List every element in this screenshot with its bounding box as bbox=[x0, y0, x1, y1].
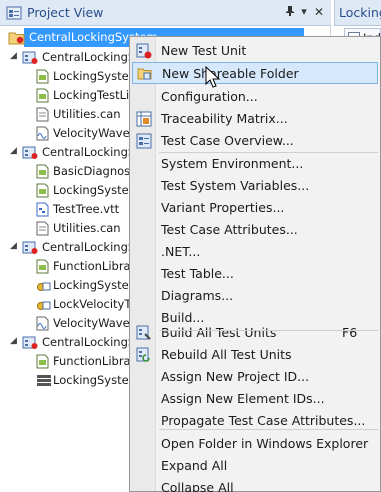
menu-item[interactable]: Diagrams... bbox=[132, 285, 378, 307]
tree-item-label: TestTree.vtt bbox=[53, 202, 120, 216]
menu-item[interactable]: Rebuild All Test Units bbox=[132, 344, 378, 366]
tree-item-label: VelocityWavefo bbox=[53, 126, 141, 140]
menu-item[interactable]: .NET... bbox=[132, 241, 378, 263]
menu-item[interactable]: Test Case Attributes... bbox=[132, 219, 378, 241]
menu-item[interactable]: Traceability Matrix... bbox=[132, 108, 378, 130]
tree-item-label: Utilities.can bbox=[53, 107, 121, 121]
tree-item-label: LockVelocityTe bbox=[53, 297, 137, 311]
matrix-icon bbox=[136, 111, 152, 127]
collapse-arrow-icon[interactable]: ◢ bbox=[10, 52, 19, 61]
new-test-unit-icon bbox=[136, 43, 152, 59]
new-folder-icon bbox=[137, 66, 153, 82]
context-menu: New Test Unit New Shareable Folder Configu… bbox=[129, 36, 381, 492]
collapse-arrow-icon[interactable]: ◢ bbox=[10, 147, 19, 156]
menu-item-label: Test Table... bbox=[161, 266, 234, 281]
project-folder-icon bbox=[8, 30, 25, 50]
menu-item-label: Test Case Attributes... bbox=[161, 222, 298, 237]
collapse-arrow-icon[interactable]: ◢ bbox=[10, 337, 19, 346]
menu-item-label: Variant Properties... bbox=[161, 200, 285, 215]
menu-item-label: Build All Test Units bbox=[161, 325, 277, 340]
menu-item[interactable]: Test System Variables... bbox=[132, 175, 378, 197]
tree-item-label: LockingTestLib bbox=[53, 88, 137, 102]
menu-item[interactable]: Assign New Project ID... bbox=[132, 366, 378, 388]
tree-item-label: Utilities.can bbox=[53, 221, 121, 235]
menu-item-label: .NET... bbox=[161, 244, 201, 259]
menu-item[interactable]: Test Case Overview... bbox=[132, 130, 378, 152]
menu-item-label: Expand All bbox=[161, 458, 228, 473]
dropdown-icon[interactable]: ▾ bbox=[297, 5, 311, 19]
project-view-icon bbox=[6, 6, 22, 20]
menu-item[interactable]: Collapse All bbox=[132, 477, 378, 492]
menu-separator bbox=[159, 429, 378, 430]
menu-item-label: System Environment... bbox=[161, 156, 304, 171]
menu-item[interactable]: Configuration... bbox=[132, 86, 378, 108]
tree-item-label: VelocityWavefo bbox=[53, 316, 141, 330]
menu-item-label: Rebuild All Test Units bbox=[161, 347, 292, 362]
menu-item-label: Assign New Project ID... bbox=[161, 369, 310, 384]
menu-item[interactable]: Open Folder in Windows Explorer bbox=[132, 433, 378, 455]
menu-item[interactable]: System Environment... bbox=[132, 153, 378, 175]
build-icon bbox=[136, 325, 152, 341]
menu-item[interactable]: New Test Unit bbox=[132, 40, 378, 62]
menu-item-label: New Test Unit bbox=[161, 43, 247, 58]
menu-item-shortcut: F6 bbox=[342, 325, 358, 340]
menu-item-label: Collapse All bbox=[161, 480, 234, 492]
menu-item[interactable]: Expand All bbox=[132, 455, 378, 477]
menu-item-label: Test System Variables... bbox=[161, 178, 310, 193]
menu-separator bbox=[159, 330, 378, 331]
menu-item[interactable]: New Shareable Folder bbox=[132, 62, 378, 84]
menu-item[interactable]: Variant Properties... bbox=[132, 197, 378, 219]
locking-tab[interactable]: Locking bbox=[334, 0, 381, 26]
menu-item[interactable]: Build All Test Units F6 bbox=[132, 322, 378, 344]
pin-icon[interactable] bbox=[283, 5, 297, 19]
close-icon[interactable]: ✕ bbox=[312, 5, 326, 19]
tree-item-label: LockingSystem bbox=[53, 69, 140, 83]
locking-tab-label: Locking bbox=[339, 5, 381, 20]
tree-item-label: LockingSystem bbox=[53, 183, 140, 197]
project-view-header: Project View ▾ ✕ bbox=[0, 0, 331, 26]
menu-separator bbox=[159, 152, 378, 153]
overview-icon bbox=[136, 133, 152, 149]
tree-item-label: LockingSystem bbox=[53, 373, 140, 387]
menu-item-label: Assign New Element IDs... bbox=[161, 391, 325, 406]
collapse-arrow-icon[interactable]: ◢ bbox=[10, 242, 19, 251]
rebuild-icon bbox=[136, 347, 152, 363]
tree-item-label: LockingSystem bbox=[53, 278, 140, 292]
menu-item-label: Diagrams... bbox=[161, 288, 234, 303]
menu-item-label: New Shareable Folder bbox=[162, 66, 299, 81]
menu-item-label: Traceability Matrix... bbox=[161, 111, 288, 126]
menu-item[interactable]: Assign New Element IDs... bbox=[132, 388, 378, 410]
menu-item-label: Test Case Overview... bbox=[161, 133, 294, 148]
project-view-title: Project View bbox=[27, 5, 104, 20]
menu-item-label: Open Folder in Windows Explorer bbox=[161, 436, 369, 451]
menu-item[interactable]: Test Table... bbox=[132, 263, 378, 285]
stack-icon bbox=[36, 373, 52, 393]
mouse-cursor-icon bbox=[205, 66, 221, 88]
